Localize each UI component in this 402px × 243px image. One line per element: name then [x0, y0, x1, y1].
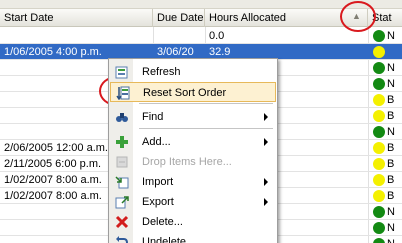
menu-item-refresh[interactable]: Refresh: [110, 62, 276, 82]
cell-status-text: B: [387, 110, 395, 122]
cell-status-text: N: [387, 206, 395, 218]
cell-status-text: B: [387, 158, 395, 170]
menu-item-label: Drop Items Here...: [142, 156, 232, 168]
menu-item-label: Reset Sort Order: [143, 87, 227, 99]
menu-separator: [139, 103, 273, 104]
menu-item-reset-sort-order[interactable]: Reset Sort Order: [110, 82, 276, 102]
menu-item-label: Delete...: [142, 216, 183, 228]
status-indicator-icon: [373, 94, 385, 106]
cell-status-text: N: [387, 222, 395, 234]
annotation-ring-sort-indicator: [340, 1, 376, 32]
status-indicator-icon: [373, 126, 385, 138]
import-icon: [115, 175, 129, 189]
status-indicator-icon: [373, 46, 385, 58]
cell-due-date: [153, 28, 205, 44]
menu-item-label: Add...: [142, 136, 171, 148]
submenu-arrow-icon: [264, 138, 268, 146]
cell-status-text: N: [387, 30, 395, 42]
menu-item-add[interactable]: Add...: [110, 132, 276, 152]
status-indicator-icon: [373, 158, 385, 170]
cell-status-text: B: [387, 174, 395, 186]
menu-item-undelete[interactable]: Undelete...: [110, 232, 276, 243]
menu-item-import[interactable]: Import: [110, 172, 276, 192]
reset-sort-icon: [116, 86, 130, 101]
status-indicator-icon: [373, 222, 385, 234]
status-indicator-icon: [373, 190, 385, 202]
menu-item-label: Export: [142, 196, 174, 208]
refresh-icon: [115, 65, 129, 79]
cell-status-text: N: [387, 236, 395, 243]
status-indicator-icon: [373, 62, 385, 74]
cell-status-text: B: [387, 142, 395, 154]
cell-status-text: N: [387, 62, 395, 74]
delete-icon: [115, 215, 129, 229]
cell-status-text: N: [387, 78, 395, 90]
status-indicator-icon: [373, 238, 385, 243]
status-indicator-icon: [373, 174, 385, 186]
column-header-start-date[interactable]: Start Date: [0, 9, 153, 27]
cell-start-date: [0, 28, 153, 44]
plus-icon: [115, 135, 129, 149]
cell-status-text: B: [387, 94, 395, 106]
cell-status-text: N: [387, 126, 395, 138]
menu-item-find[interactable]: Find: [110, 107, 276, 127]
export-icon: [115, 195, 129, 209]
status-indicator-icon: [373, 142, 385, 154]
status-indicator-icon: [373, 78, 385, 90]
menu-separator: [139, 128, 273, 129]
menu-item-label: Import: [142, 176, 174, 188]
status-indicator-icon: [373, 30, 385, 42]
menu-item-delete[interactable]: Delete...: [110, 212, 276, 232]
menu-item-drop-items-here: Drop Items Here...: [110, 152, 276, 172]
column-header-due-date[interactable]: Due Date: [153, 9, 205, 27]
menu-item-label: Undelete...: [142, 236, 196, 243]
menu-item-label: Refresh: [142, 66, 181, 78]
binoculars-icon: [115, 110, 129, 124]
undelete-icon: [115, 235, 129, 243]
status-indicator-icon: [373, 206, 385, 218]
menu-item-label: Find: [142, 111, 164, 123]
context-menu: Refresh Reset Sort Order Find Add... Drop It…: [108, 58, 278, 243]
submenu-arrow-icon: [264, 113, 268, 121]
table-row[interactable]: 0.0 N: [0, 28, 402, 44]
status-indicator-icon: [373, 110, 385, 122]
cell-hours-allocated: 0.0: [209, 30, 225, 42]
submenu-arrow-icon: [264, 198, 268, 206]
drop-icon: [115, 155, 129, 169]
submenu-arrow-icon: [264, 178, 268, 186]
menu-item-export[interactable]: Export: [110, 192, 276, 212]
cell-status-text: B: [387, 190, 395, 202]
